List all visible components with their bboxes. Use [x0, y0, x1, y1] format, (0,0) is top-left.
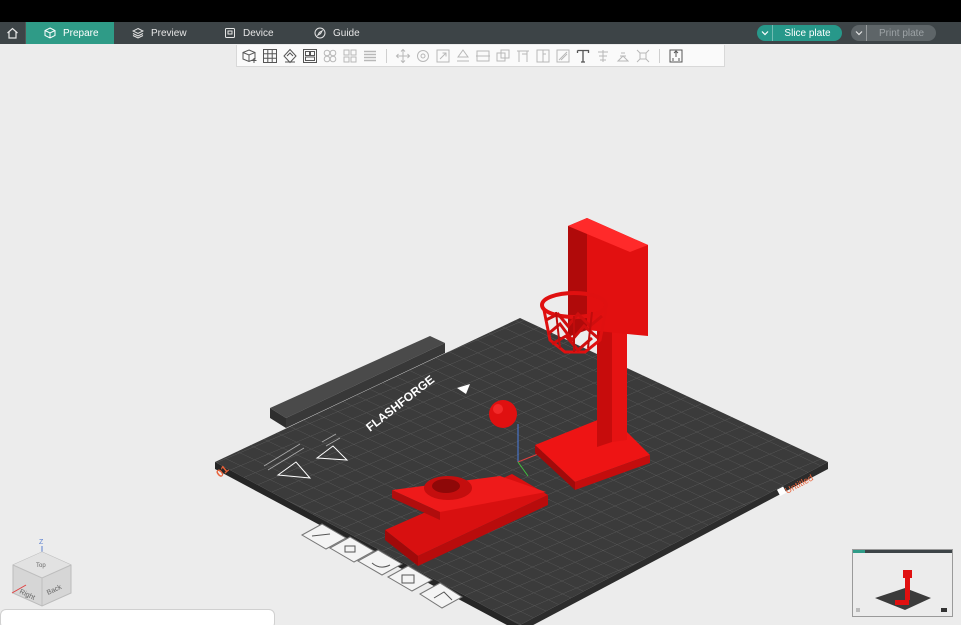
arrange-icon[interactable]	[300, 46, 320, 66]
chevron-down-icon	[855, 31, 862, 36]
print-plate-button[interactable]: Print plate	[851, 25, 936, 41]
model-backboard[interactable]	[568, 218, 648, 337]
tab-device-label: Device	[243, 27, 274, 39]
seam-paint-icon[interactable]	[533, 46, 553, 66]
layers-icon	[132, 27, 144, 39]
axis-z-label: Z	[39, 539, 44, 546]
cube-icon	[44, 27, 56, 39]
tab-prepare[interactable]: Prepare	[26, 22, 114, 44]
scene-canvas[interactable]: FLASHFORGE 01 Untitled	[0, 67, 961, 625]
chevron-down-icon	[761, 31, 768, 36]
compass-icon	[314, 27, 326, 39]
model-ball[interactable]	[489, 400, 517, 428]
split-objects-icon[interactable]	[340, 46, 360, 66]
print-dropdown-toggle[interactable]	[851, 25, 867, 41]
text-icon[interactable]	[573, 46, 593, 66]
assembly-icon[interactable]	[613, 46, 633, 66]
window-title-bar	[0, 0, 961, 22]
object-toolbar	[236, 45, 725, 67]
tab-guide-label: Guide	[333, 27, 360, 39]
slice-plate-button[interactable]: Slice plate	[757, 25, 842, 41]
assemble-view-icon[interactable]	[666, 46, 686, 66]
build-plate	[215, 318, 828, 625]
measure-icon[interactable]	[593, 46, 613, 66]
print-plate-label: Print plate	[878, 27, 925, 39]
tab-prepare-label: Prepare	[63, 27, 99, 39]
support-paint-icon[interactable]	[513, 46, 533, 66]
slice-dropdown-toggle[interactable]	[757, 25, 773, 41]
fix-model-icon[interactable]	[633, 46, 653, 66]
scale-icon[interactable]	[433, 46, 453, 66]
color-paint-icon[interactable]	[553, 46, 573, 66]
3d-viewport[interactable]: FLASHFORGE 01 Untitled	[0, 67, 961, 625]
object-list-panel[interactable]	[0, 609, 275, 625]
multi-object-icon[interactable]	[320, 46, 340, 66]
navigation-cube[interactable]: Z Top Right Back	[8, 535, 78, 610]
home-icon	[7, 27, 18, 39]
toolbar-divider	[659, 48, 660, 63]
top-menu-bar: Prepare Preview Device Guide Slice plate…	[0, 22, 961, 44]
home-button[interactable]	[0, 22, 26, 44]
slice-plate-label: Slice plate	[784, 27, 831, 39]
toolbar-divider	[386, 48, 387, 63]
tab-preview-label: Preview	[151, 27, 187, 39]
add-cube-icon[interactable]	[240, 46, 260, 66]
orient-icon[interactable]	[280, 46, 300, 66]
tab-guide[interactable]: Guide	[294, 22, 384, 44]
plate-thumbnail[interactable]	[852, 549, 953, 617]
grid-icon[interactable]	[260, 46, 280, 66]
boolean-icon[interactable]	[493, 46, 513, 66]
device-icon	[225, 28, 235, 38]
move-icon[interactable]	[393, 46, 413, 66]
rotate-icon[interactable]	[413, 46, 433, 66]
layers-bar-icon[interactable]	[360, 46, 380, 66]
tab-device[interactable]: Device	[204, 22, 294, 44]
cut-icon[interactable]	[473, 46, 493, 66]
cube-top-label: Top	[36, 563, 46, 569]
tab-preview[interactable]: Preview	[114, 22, 204, 44]
lay-flat-icon[interactable]	[453, 46, 473, 66]
